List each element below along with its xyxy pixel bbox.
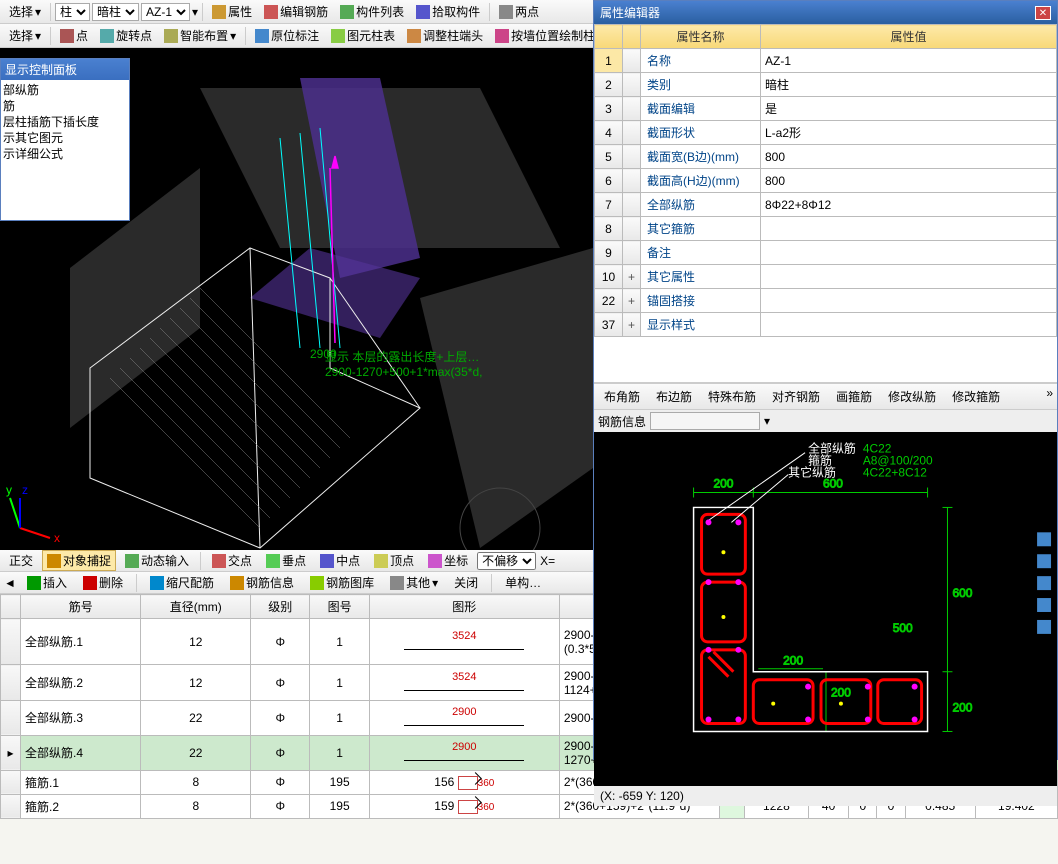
offset-combo[interactable]: 不偏移 <box>477 552 536 570</box>
svg-text:x: x <box>54 531 60 545</box>
edit-bar: ◄ 插入 删除 缩尺配筋 钢筋信息 钢筋图库 其他 ▾ 关闭 单构… <box>0 572 593 594</box>
pick-comp-button[interactable]: 拾取构件 <box>411 1 485 22</box>
other-button[interactable]: 其他 ▾ <box>385 572 443 593</box>
snap-intersect[interactable]: 交点 <box>207 550 257 571</box>
col-blank <box>1 595 21 619</box>
property-editor-panel: 属性编辑器 ✕ 属性名称属性值 1名称AZ-1 2类别暗柱 3截面编辑是 4截面… <box>593 0 1058 760</box>
panel-line: 层柱插筋下插长度 <box>3 114 127 130</box>
edit-rebar-button[interactable]: 编辑钢筋 <box>259 1 333 22</box>
smart-layout-button[interactable]: 智能布置 ▾ <box>159 25 241 46</box>
select2-button[interactable]: 选择 ▾ <box>4 25 46 46</box>
select-dropdown[interactable]: 选择 ▾ <box>4 1 46 22</box>
col-graph: 图形 <box>369 595 559 619</box>
comp-list-button[interactable]: 构件列表 <box>335 1 409 22</box>
svg-text:2900: 2900 <box>310 347 337 361</box>
close-button[interactable]: 关闭 <box>449 572 483 593</box>
section-view[interactable]: 200 600 600 200 500 200 200 <box>594 432 1057 786</box>
tab-edge[interactable]: 布边筋 <box>650 386 698 407</box>
rebar-info-bar: 钢筋信息 ▾ <box>594 410 1057 432</box>
display-control-panel: 显示控制面板 部纵筋 筋 层柱插筋下插长度 示其它图元 示详细公式 <box>0 58 130 221</box>
expand-icon[interactable]: + <box>623 289 641 313</box>
col-dia: 直径(mm) <box>141 595 251 619</box>
attr-button[interactable]: 属性 <box>207 1 257 22</box>
osnap-toggle[interactable]: 对象捕捉 <box>42 550 116 571</box>
panel-title: 显示控制面板 <box>1 59 129 80</box>
insert-button[interactable]: 插入 <box>22 572 72 593</box>
expand-icon[interactable]: + <box>623 313 641 337</box>
svg-text:z: z <box>22 483 28 497</box>
svg-text:y: y <box>6 483 12 497</box>
svg-text:600: 600 <box>952 586 972 600</box>
scale-rebar-button[interactable]: 缩尺配筋 <box>145 572 219 593</box>
coord-readout: (X: -659 Y: 120) <box>594 786 1057 806</box>
col-grade: 级别 <box>251 595 310 619</box>
close-icon[interactable]: ✕ <box>1035 6 1051 20</box>
snap-perp[interactable]: 垂点 <box>261 550 311 571</box>
snap-vertex[interactable]: 顶点 <box>369 550 419 571</box>
rotate-point-button[interactable]: 旋转点 <box>95 25 157 46</box>
expand-icon[interactable]: + <box>623 265 641 289</box>
expand-icon[interactable]: » <box>1046 386 1053 407</box>
snap-bar: 正交 对象捕捉 动态输入 交点 垂点 中点 顶点 坐标 不偏移 X= <box>0 550 593 572</box>
prop-panel-title: 属性编辑器 <box>600 4 660 21</box>
ortho-toggle[interactable]: 正交 <box>4 550 38 571</box>
svg-text:200: 200 <box>783 654 803 668</box>
svg-text:其它纵筋: 其它纵筋 <box>788 465 836 480</box>
svg-text:4C22+8C12: 4C22+8C12 <box>863 466 927 480</box>
col-rebar-no: 筋号 <box>21 595 141 619</box>
two-point-button[interactable]: 两点 <box>494 1 544 22</box>
tab-draw-stirrup[interactable]: 画箍筋 <box>830 386 878 407</box>
element-combo[interactable]: AZ-1 <box>141 3 190 21</box>
adjust-end-button[interactable]: 调整柱端头 <box>402 25 488 46</box>
dyn-input-toggle[interactable]: 动态输入 <box>120 550 194 571</box>
subtype-combo[interactable]: 暗柱 <box>92 3 139 21</box>
draw-by-wall-button[interactable]: 按墙位置绘制柱 <box>490 25 600 46</box>
panel-line: 筋 <box>3 98 127 114</box>
col-fig: 图号 <box>310 595 369 619</box>
tab-align[interactable]: 对齐钢筋 <box>766 386 826 407</box>
panel-line: 示其它图元 <box>3 130 127 146</box>
rebar-tabs: 布角筋 布边筋 特殊布筋 对齐钢筋 画箍筋 修改纵筋 修改箍筋 » <box>594 383 1057 410</box>
property-grid[interactable]: 属性名称属性值 1名称AZ-1 2类别暗柱 3截面编辑是 4截面形状L-a2形 … <box>594 24 1057 337</box>
category-combo[interactable]: 柱 <box>55 3 90 21</box>
tab-special[interactable]: 特殊布筋 <box>702 386 762 407</box>
snap-coord[interactable]: 坐标 <box>423 550 473 571</box>
x-label: X= <box>540 554 555 568</box>
svg-text:200: 200 <box>952 701 972 715</box>
single-button[interactable]: 单构… <box>500 572 546 593</box>
tab-edit-stirrup[interactable]: 修改箍筋 <box>946 386 1006 407</box>
snap-mid[interactable]: 中点 <box>315 550 365 571</box>
elem-table-button[interactable]: 图元柱表 <box>326 25 400 46</box>
point-button[interactable]: 点 <box>55 25 93 46</box>
rebar-lib-button[interactable]: 钢筋图库 <box>305 572 379 593</box>
rebar-info-button[interactable]: 钢筋信息 <box>225 572 299 593</box>
rebar-info-input[interactable] <box>650 412 760 430</box>
delete-button[interactable]: 删除 <box>78 572 128 593</box>
tab-corner[interactable]: 布角筋 <box>598 386 646 407</box>
panel-line: 部纵筋 <box>3 82 127 98</box>
svg-text:200: 200 <box>831 686 851 700</box>
panel-line: 示详细公式 <box>3 146 127 162</box>
svg-text:200: 200 <box>713 477 733 491</box>
svg-text:500: 500 <box>893 621 913 635</box>
origin-label-button[interactable]: 原位标注 <box>250 25 324 46</box>
tab-edit-long[interactable]: 修改纵筋 <box>882 386 942 407</box>
rebar-info-label: 钢筋信息 <box>598 413 646 430</box>
